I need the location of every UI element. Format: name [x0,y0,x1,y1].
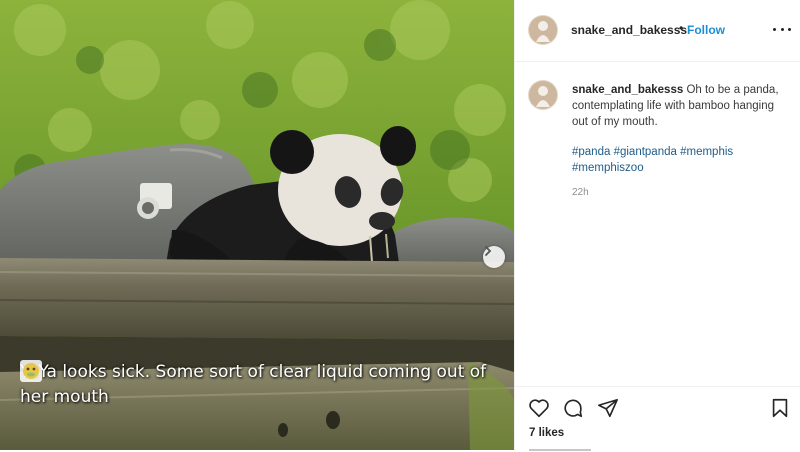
follow-button[interactable]: Follow [687,23,725,37]
heart-icon[interactable] [528,397,550,419]
likes-count[interactable]: 7 likes [529,427,564,439]
sick-face-emoji-icon [20,360,137,407]
overlay-comment-line1: YaYa looks sick. Some sort of clear liqu… [20,362,487,382]
hashtag-link[interactable]: #panda [572,146,610,158]
post-details-panel: snake_and_bakesss • Follow snake_and_bak… [514,0,800,452]
post-date-cropped [529,446,599,452]
chevron-right-icon [485,246,492,256]
post-header: snake_and_bakesss • Follow [515,0,800,62]
post-photo: YaYa looks sick. Some sort of clear liqu… [0,0,514,450]
avatar[interactable] [529,16,557,44]
separator-dot: • [679,21,684,35]
comment-icon[interactable] [562,397,584,419]
paper-plane-icon[interactable] [597,397,619,419]
more-options-icon[interactable] [773,22,791,36]
timestamp: 22h [572,187,589,198]
next-image-button[interactable] [483,246,505,268]
overlay-comment: YaYa looks sick. Some sort of clear liqu… [20,360,500,410]
hashtag-link[interactable]: #memphiszoo [572,162,644,174]
action-bar: 7 likes [515,386,800,452]
hashtag-link[interactable]: #memphis [680,146,733,158]
hashtag-link[interactable]: #giantpanda [614,146,677,158]
hashtags: #panda #giantpanda #memphis #memphiszoo [572,144,792,176]
bookmark-icon[interactable] [769,397,791,419]
caption-text: snake_and_bakesss Oh to be a panda, cont… [572,82,792,130]
username-link[interactable]: snake_and_bakesss [571,23,687,37]
overlay-comment-line2: her mouth [20,387,109,407]
caption-username-link[interactable]: snake_and_bakesss [572,84,683,96]
avatar[interactable] [529,81,557,109]
